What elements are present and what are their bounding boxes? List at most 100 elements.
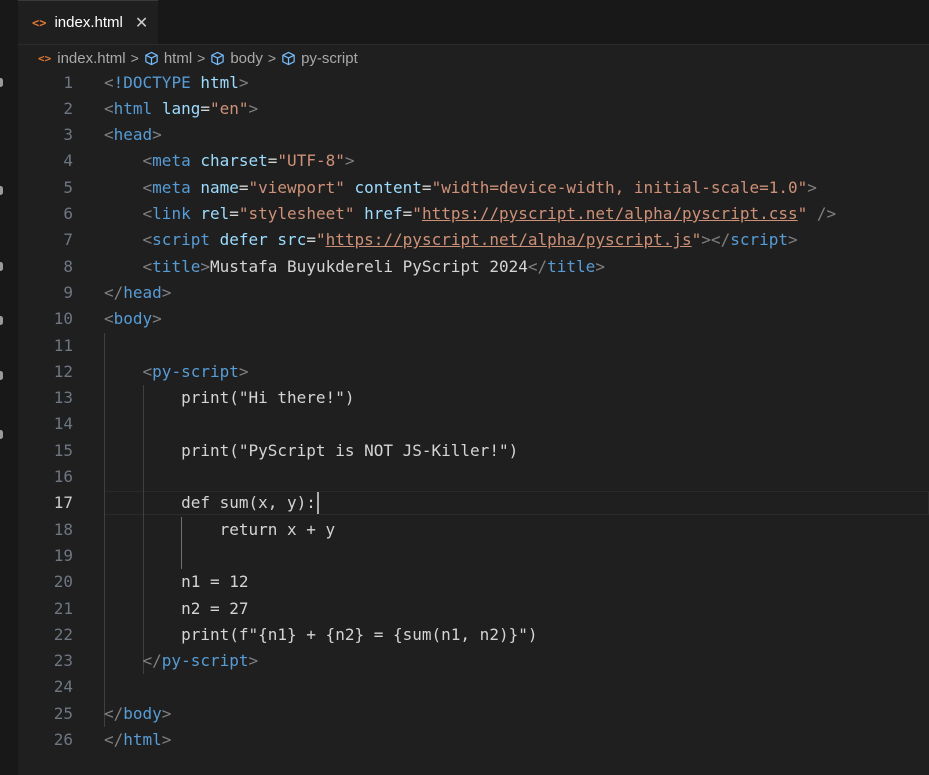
code-token: print("Hi there!") xyxy=(104,388,355,408)
code-line[interactable]: 17 def sum(x, y): xyxy=(18,490,929,516)
line-content: n1 = 12 xyxy=(104,569,249,595)
code-token: > xyxy=(248,651,259,671)
code-line[interactable]: 13 print("Hi there!") xyxy=(18,385,929,411)
line-number: 12 xyxy=(53,361,73,381)
code-token: name xyxy=(200,177,239,197)
breadcrumb-item-index-html[interactable]: <> index.html xyxy=(38,50,126,67)
cube-icon xyxy=(211,51,225,65)
code-line[interactable]: 16 xyxy=(18,464,929,490)
code-line[interactable]: 24 xyxy=(18,674,929,700)
code-token: Mustafa Buyukdereli PyScript 2024 xyxy=(209,256,528,276)
code-token: " xyxy=(315,230,326,250)
breadcrumb: <> index.html > html > body > py-script xyxy=(18,45,929,71)
code-token: </ xyxy=(142,651,162,671)
line-number: 25 xyxy=(53,703,73,723)
line-content: <meta charset="UTF-8"> xyxy=(104,148,355,174)
line-number: 6 xyxy=(63,204,73,223)
code-token: > xyxy=(152,125,162,145)
code-token: < xyxy=(142,230,153,250)
line-number: 1 xyxy=(63,72,73,92)
code-token: body xyxy=(113,309,153,329)
code-line[interactable]: 4 <meta charset="UTF-8"> xyxy=(18,148,929,174)
line-number: 4 xyxy=(63,151,73,171)
breadcrumb-item-html[interactable]: html xyxy=(144,50,192,67)
code-token: n2 = 27 xyxy=(104,598,249,618)
panel-marker xyxy=(0,262,3,271)
code-line[interactable]: 20 n1 = 12 xyxy=(18,569,929,595)
line-number: 20 xyxy=(53,572,73,592)
code-token: title xyxy=(152,256,201,276)
code-line[interactable]: 6 <link rel="stylesheet" href="https://p… xyxy=(18,201,929,227)
code-token: > xyxy=(595,256,605,276)
tab-index-html[interactable]: <> index.html ✕ xyxy=(18,0,158,44)
code-line[interactable]: 7 <script defer src="https://pyscript.ne… xyxy=(18,227,929,253)
code-line[interactable]: 11 xyxy=(18,333,929,359)
code-token: html xyxy=(200,72,239,92)
code-token: > xyxy=(200,256,210,276)
code-line[interactable]: 14 xyxy=(18,411,929,437)
panel-marker xyxy=(0,186,3,195)
code-token: " xyxy=(691,230,702,250)
code-line[interactable]: 3 <head> xyxy=(18,122,929,148)
breadcrumb-label: py-script xyxy=(301,49,358,67)
line-content: <meta name="viewport" content="width=dev… xyxy=(104,175,817,201)
close-icon[interactable]: ✕ xyxy=(135,13,148,32)
code-token: lang xyxy=(161,98,201,118)
code-token: = xyxy=(421,177,432,197)
code-line[interactable]: 19 xyxy=(18,543,929,569)
code-line[interactable]: 21 n2 = 27 xyxy=(18,596,929,622)
code-token: "UTF-8" xyxy=(277,151,345,171)
code-token: html xyxy=(113,98,153,118)
code-line[interactable]: 22 print(f"{n1} + {n2} = {sum(n1, n2)}") xyxy=(18,622,929,648)
line-number: 16 xyxy=(53,467,73,486)
breadcrumb-separator: > xyxy=(267,50,277,66)
code-token: head xyxy=(113,125,153,145)
code-token: script xyxy=(152,230,210,250)
breadcrumb-label: index.html xyxy=(57,49,126,67)
line-content: def sum(x, y): xyxy=(104,490,316,516)
line-number: 17 xyxy=(53,493,73,513)
code-token: > xyxy=(161,703,172,723)
code-token: ></ xyxy=(701,230,731,250)
code-token: = xyxy=(238,177,249,197)
line-number: 18 xyxy=(53,519,73,539)
code-token: charset xyxy=(200,151,268,171)
line-number: 3 xyxy=(63,125,73,145)
code-line[interactable]: 12 <py-script> xyxy=(18,359,929,385)
code-token: n1 = 12 xyxy=(104,572,249,592)
code-token: > xyxy=(248,98,259,118)
line-number: 9 xyxy=(63,282,73,302)
line-content: print("Hi there!") xyxy=(104,385,354,411)
code-line[interactable]: 15 print("PyScript is NOT JS-Killer!") xyxy=(18,438,929,464)
code-token: < xyxy=(142,361,153,381)
code-token: </ xyxy=(104,703,124,723)
code-line[interactable]: 18 return x + y xyxy=(18,517,929,543)
code-line[interactable]: 25 </body> xyxy=(18,701,929,727)
code-token: = xyxy=(306,230,316,250)
line-content: <title>Mustafa Buyukdereli PyScript 2024… xyxy=(104,254,605,280)
code-token: > xyxy=(161,282,172,302)
code-line[interactable]: 26 </html> xyxy=(18,727,929,753)
line-content: print(f"{n1} + {n2} = {sum(n1, n2)}") xyxy=(104,622,537,648)
code-token: > xyxy=(152,309,162,329)
code-token: body xyxy=(123,703,162,723)
code-line[interactable]: 23 </py-script> xyxy=(18,648,929,674)
breadcrumb-separator: > xyxy=(130,50,139,66)
code-line[interactable]: 9 </head> xyxy=(18,280,929,306)
line-content: <script defer src="https://pyscript.net/… xyxy=(104,227,798,253)
code-token: html xyxy=(123,730,162,749)
code-editor[interactable]: 1 <!DOCTYPE html> 2 <html lang="en"> 3 <head>… xyxy=(18,71,929,775)
code-token: = xyxy=(402,204,413,223)
breadcrumb-item-py-script[interactable]: py-script xyxy=(281,50,358,67)
code-token: "viewport" xyxy=(248,177,345,197)
code-line[interactable]: 5 <meta name="viewport" content="width=d… xyxy=(18,175,929,201)
code-line[interactable]: 10 <body> xyxy=(18,306,929,332)
code-token: title xyxy=(547,256,596,276)
code-line[interactable]: 1 <!DOCTYPE html> xyxy=(18,70,929,96)
breadcrumb-item-body[interactable]: body xyxy=(210,50,263,67)
code-line[interactable]: 8 <title>Mustafa Buyukdereli PyScript 20… xyxy=(18,254,929,280)
code-line[interactable]: 2 <html lang="en"> xyxy=(18,96,929,122)
